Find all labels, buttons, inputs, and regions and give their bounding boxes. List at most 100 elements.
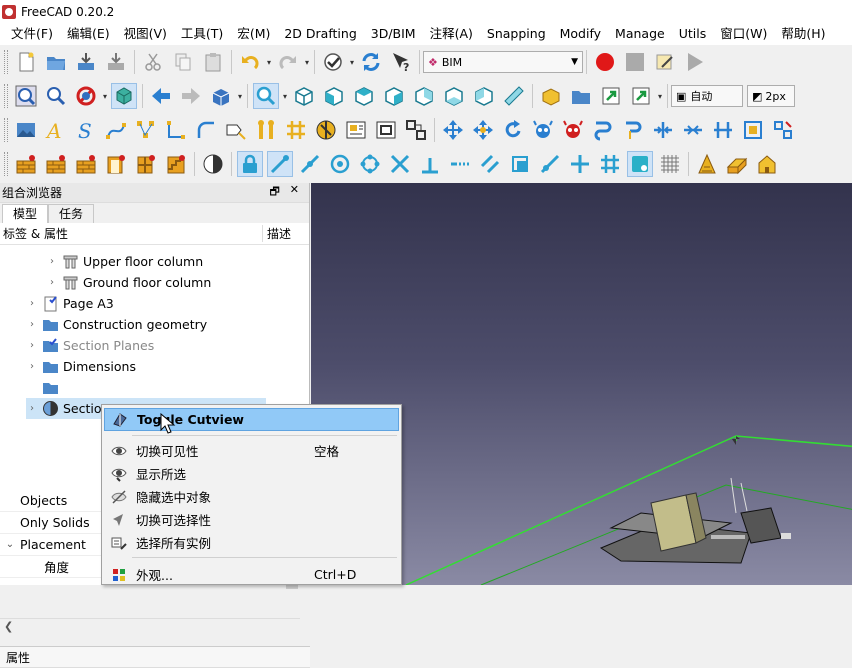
mirror-clone-icon[interactable] [560,117,586,143]
downgrade-icon[interactable] [740,117,766,143]
copy-icon[interactable] [170,49,196,75]
menu-item-1[interactable]: 编辑(E) [60,23,117,45]
page-view-icon[interactable] [343,117,369,143]
context-menu-item[interactable]: 隐藏选中对象 [104,485,399,508]
snap-parallel-icon[interactable] [477,151,503,177]
snap-endpoint-icon[interactable] [267,151,293,177]
paste-icon[interactable] [200,49,226,75]
chevron-right-icon[interactable]: › [26,298,38,309]
section-plane-tool-icon[interactable] [313,117,339,143]
cut-icon[interactable] [140,49,166,75]
toolbar-grip[interactable] [4,118,8,142]
snap-grid-icon[interactable] [597,151,623,177]
text-icon[interactable]: A [43,117,69,143]
toolbar-grip[interactable] [4,50,8,74]
create-part-icon[interactable] [538,83,564,109]
forward-arrow-icon[interactable] [178,83,204,109]
recompute-icon[interactable] [358,49,384,75]
shape-to-2d-icon[interactable] [403,117,429,143]
view-isometric-icon[interactable] [291,83,317,109]
zoom-icon[interactable] [253,83,279,109]
view-top-icon[interactable] [351,83,377,109]
bounding-box-icon[interactable] [111,83,137,109]
view-left-icon[interactable] [471,83,497,109]
floor-icon[interactable] [754,151,780,177]
navigation-cube-icon[interactable] [208,83,234,109]
undo-icon[interactable] [237,49,263,75]
snap-perpendicular-icon[interactable] [417,151,443,177]
snap-near-icon[interactable] [537,151,563,177]
record-macro-icon[interactable] [592,49,618,75]
link-icon[interactable] [598,83,624,109]
menu-item-5[interactable]: 2D Drafting [277,23,363,45]
toolbar-grip[interactable] [4,152,8,176]
refresh-check-icon[interactable] [320,49,346,75]
curtain-wall-icon[interactable] [43,151,69,177]
save-icon[interactable] [103,49,129,75]
zoom-dropdown-icon[interactable]: ▾ [281,83,289,109]
view-right-icon[interactable] [381,83,407,109]
join-icon[interactable] [650,117,676,143]
draw-style-selector[interactable]: ▣ 自动 [671,85,743,107]
tree-item[interactable]: › Ground floor column [46,272,211,293]
column-description-header[interactable]: 描述 [262,225,291,242]
bspline-icon[interactable] [103,117,129,143]
menu-item-13[interactable]: 帮助(H) [774,23,832,45]
snap-extension-icon[interactable] [447,151,473,177]
snap-working-plane-icon[interactable] [627,151,653,177]
menu-item-12[interactable]: 窗口(W) [713,23,774,45]
tree-item[interactable]: › Dimensions [26,356,136,377]
column-label-header[interactable]: 标签 & 属性 [0,225,262,242]
context-menu-item[interactable]: Toggle Cutview [104,408,399,431]
redo-dropdown-icon[interactable]: ▾ [303,49,311,75]
point-array-icon[interactable] [133,117,159,143]
shape-view-icon[interactable] [373,117,399,143]
chevron-right-icon[interactable]: › [26,340,38,351]
show-grid-icon[interactable] [657,151,683,177]
menu-item-7[interactable]: 注释(A) [423,23,480,45]
site-icon[interactable] [694,151,720,177]
column-tool-icon[interactable] [253,117,279,143]
check-dropdown-icon[interactable]: ▾ [348,49,356,75]
tab-model[interactable]: 模型 [2,204,49,223]
import-icon[interactable] [73,49,99,75]
snap-intersection-icon[interactable] [387,151,413,177]
draw-style-icon[interactable] [73,83,99,109]
door-icon[interactable] [103,151,129,177]
back-arrow-icon[interactable] [148,83,174,109]
label-icon[interactable] [223,117,249,143]
draft-to-sketch-icon[interactable] [770,117,796,143]
tree-horizontal-scrollbar[interactable]: ❮ [0,618,300,636]
redo-icon[interactable] [275,49,301,75]
move-icon[interactable] [440,117,466,143]
tree-item[interactable]: › Page A3 [26,293,114,314]
stop-macro-icon[interactable] [622,49,648,75]
menu-item-3[interactable]: 工具(T) [174,23,230,45]
tree-item[interactable] [26,377,63,398]
nav-dropdown-icon[interactable]: ▾ [236,83,244,109]
wall-icon[interactable] [13,151,39,177]
stairs-icon[interactable] [163,151,189,177]
menu-item-6[interactable]: 3D/BIM [364,23,423,45]
split-icon[interactable] [680,117,706,143]
line-width-selector[interactable]: ◩ 2px [747,85,795,107]
upgrade-icon[interactable] [710,117,736,143]
menu-item-4[interactable]: 宏(M) [230,23,277,45]
fit-selection-icon[interactable] [43,83,69,109]
snap-angle-icon[interactable] [357,151,383,177]
float-panel-icon[interactable]: 🗗 [269,183,279,202]
wire-icon[interactable] [163,117,189,143]
link-dropdown-icon[interactable]: ▾ [656,83,664,109]
link-actions-icon[interactable] [628,83,654,109]
image-plane-icon[interactable] [13,117,39,143]
chevron-right-icon[interactable]: › [26,319,38,330]
working-plane-icon[interactable] [200,151,226,177]
chevron-right-icon[interactable]: › [46,256,58,267]
open-folder-icon[interactable] [43,49,69,75]
view-front-icon[interactable] [321,83,347,109]
offset-icon[interactable] [590,117,616,143]
snap-special-icon[interactable] [507,151,533,177]
snap-ortho-icon[interactable] [567,151,593,177]
menu-item-9[interactable]: Modify [553,23,608,45]
rotate-icon[interactable] [500,117,526,143]
